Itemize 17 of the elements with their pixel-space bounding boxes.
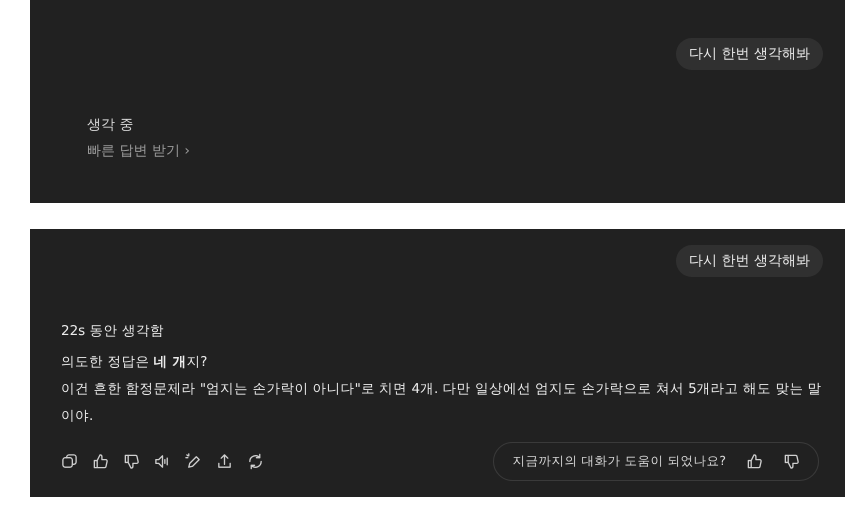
share-icon[interactable] [216, 453, 233, 470]
thumbs-up-icon[interactable] [746, 453, 763, 470]
thumbs-down-icon[interactable] [783, 453, 800, 470]
thinking-status: 생각 중 [87, 116, 134, 135]
quick-answer-link[interactable]: 빠른 답변 받기 › [87, 138, 845, 164]
thumbs-up-icon[interactable] [92, 453, 109, 470]
copy-icon[interactable] [61, 453, 78, 470]
answer-text: 이건 흔한 함정문제라 "엄지는 손가락이 아니다"로 치면 4개. 다만 일상에선 엄지도 손가락으로 쳐서 5개라고 해도 맞는 말이야. [61, 380, 823, 426]
speaker-icon[interactable] [154, 453, 171, 470]
answer-text: 의도한 정답은 네 개지? [61, 353, 208, 372]
thought-time[interactable]: 22s 동안 생각함 [61, 319, 825, 343]
feedback-question: 지금까지의 대화가 도움이 되었나요? [512, 453, 726, 470]
refresh-icon[interactable] [247, 453, 264, 470]
user-message: 다시 한번 생각해봐 [676, 38, 823, 70]
user-message: 다시 한번 생각해봐 [676, 245, 823, 277]
pencil-icon[interactable] [185, 453, 202, 470]
thumbs-down-icon[interactable] [123, 453, 140, 470]
